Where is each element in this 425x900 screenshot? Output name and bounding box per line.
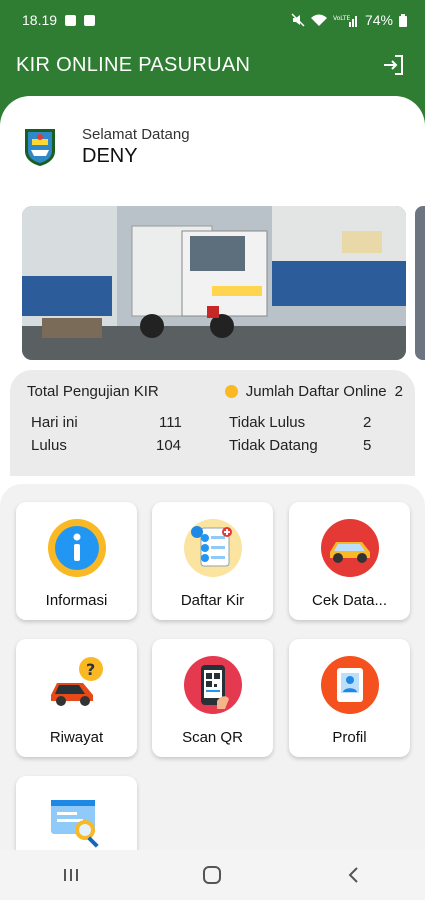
tidak-datang-label: Tidak Datang bbox=[229, 437, 318, 454]
menu-informasi[interactable]: Informasi bbox=[16, 502, 137, 620]
jumlah-daftar-online-value: 2 bbox=[394, 383, 403, 400]
status-time: 18.19 bbox=[22, 12, 58, 28]
online-indicator-dot bbox=[224, 385, 238, 398]
hari-ini-value: 111 bbox=[159, 414, 182, 431]
tidak-lulus-label: Tidak Lulus bbox=[229, 414, 306, 431]
menu-scan-qr[interactable]: Scan QR bbox=[152, 639, 273, 757]
menu-cek-data[interactable]: Cek Data... bbox=[289, 502, 410, 620]
monitor-search-icon bbox=[50, 800, 99, 848]
svg-text:VoLTE: VoLTE bbox=[333, 15, 350, 22]
history-car-icon: ? bbox=[50, 657, 103, 706]
stats-panel: Total Pengujian KIR Jumlah Daftar Online… bbox=[10, 370, 415, 476]
register-form-icon bbox=[183, 519, 242, 577]
truck-test-photo bbox=[22, 206, 406, 360]
hari-ini-label: Hari ini bbox=[31, 414, 78, 431]
alert-notification-icon bbox=[84, 14, 96, 26]
svg-text:?: ? bbox=[86, 660, 95, 679]
greeting-text: Selamat Datang bbox=[82, 126, 190, 143]
image-notification-icon bbox=[65, 14, 77, 26]
battery-icon bbox=[399, 13, 407, 27]
menu-label-informasi: Informasi bbox=[45, 592, 108, 609]
back-icon bbox=[348, 867, 358, 883]
tidak-datang-value: 5 bbox=[363, 437, 372, 454]
total-pengujian-label: Total Pengujian KIR bbox=[27, 383, 159, 400]
wifi-icon bbox=[310, 14, 327, 26]
home-icon bbox=[203, 866, 222, 884]
menu-label-cek-data: Cek Data... bbox=[311, 592, 388, 609]
lte-signal-icon: VoLTE bbox=[333, 15, 357, 27]
system-navigation-bar bbox=[0, 850, 425, 900]
menu-riwayat[interactable]: ? Riwayat bbox=[16, 639, 137, 757]
welcome-header: Selamat Datang DENY bbox=[22, 126, 190, 168]
menu-daftar-kir[interactable]: Daftar Kir bbox=[152, 502, 273, 620]
menu-item-7[interactable] bbox=[16, 776, 137, 850]
mute-icon bbox=[291, 13, 305, 27]
main-content: Selamat Datang DENY Total Pengujian KIR bbox=[0, 96, 425, 850]
lulus-value: 104 bbox=[156, 437, 182, 454]
status-bar: 18.19 VoLTE 74% bbox=[0, 0, 425, 40]
user-name: DENY bbox=[82, 145, 138, 167]
app-title: KIR ONLINE PASURUAN bbox=[16, 53, 251, 76]
menu-label-scan-qr: Scan QR bbox=[182, 729, 243, 746]
back-button[interactable] bbox=[334, 860, 374, 890]
battery-percent: 74% bbox=[364, 12, 393, 28]
pasuruan-emblem-icon bbox=[25, 129, 55, 166]
info-icon bbox=[47, 519, 106, 577]
menu-label-daftar-kir: Daftar Kir bbox=[180, 592, 245, 609]
jumlah-daftar-online-label: Jumlah Daftar Online bbox=[245, 383, 387, 400]
home-button[interactable] bbox=[192, 860, 232, 890]
tidak-lulus-value: 2 bbox=[363, 414, 372, 431]
logout-button[interactable] bbox=[379, 50, 409, 80]
lulus-label: Lulus bbox=[31, 437, 67, 454]
logout-icon bbox=[384, 55, 403, 75]
banner-next-slide[interactable] bbox=[415, 206, 425, 360]
recent-apps-button[interactable] bbox=[51, 860, 91, 890]
car-check-icon bbox=[320, 519, 379, 577]
menu-label-riwayat: Riwayat bbox=[49, 729, 104, 746]
menu-label-profil: Profil bbox=[332, 729, 367, 746]
profile-icon bbox=[320, 656, 379, 714]
qr-scan-icon bbox=[183, 656, 242, 714]
menu-grid: Informasi Daftar Kir Cek Data... ? Riway… bbox=[0, 484, 425, 850]
menu-profil[interactable]: Profil bbox=[289, 639, 410, 757]
banner-image[interactable] bbox=[22, 206, 406, 360]
app-bar: KIR ONLINE PASURUAN bbox=[0, 40, 425, 90]
recent-apps-icon bbox=[63, 869, 78, 881]
